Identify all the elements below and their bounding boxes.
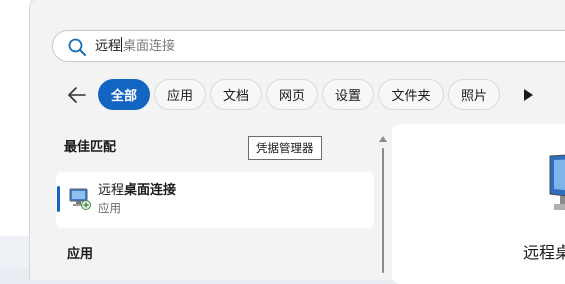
result-name-match: 桌面连接 xyxy=(124,183,177,198)
search-input[interactable]: 远程 桌面连接 xyxy=(95,37,175,56)
tab-all[interactable]: 全部 xyxy=(98,79,150,110)
tab-web[interactable]: 网页 xyxy=(266,79,318,110)
result-type: 应用 xyxy=(98,201,121,215)
preview-title: 远程桌 xyxy=(523,243,565,262)
back-arrow-icon[interactable] xyxy=(60,80,92,110)
preview-pane: 远程桌 xyxy=(392,124,565,284)
play-right-icon[interactable] xyxy=(518,85,538,105)
result-name-prefix: 远程 xyxy=(98,183,125,198)
best-match-result[interactable]: 远程桌面连接 应用 xyxy=(56,172,374,228)
scroll-thumb[interactable] xyxy=(382,148,384,273)
tab-photos[interactable]: 照片 xyxy=(448,79,500,110)
search-box[interactable]: 远程 桌面连接 xyxy=(52,30,565,62)
desktop-background-lower xyxy=(0,236,30,269)
tab-settings[interactable]: 设置 xyxy=(322,79,374,110)
search-suggestion-text: 桌面连接 xyxy=(123,39,176,54)
tooltip: 凭据管理器 xyxy=(248,136,322,160)
results-scrollbar[interactable] xyxy=(378,132,388,273)
remote-desktop-icon xyxy=(549,154,565,210)
tab-folders[interactable]: 文件夹 xyxy=(378,79,444,110)
remote-desktop-icon xyxy=(69,188,91,210)
tab-apps[interactable]: 应用 xyxy=(154,79,206,110)
selection-indicator xyxy=(57,186,60,212)
tab-documents[interactable]: 文档 xyxy=(210,79,262,110)
text-caret xyxy=(121,37,123,52)
desktop-background xyxy=(0,0,30,269)
result-name: 远程桌面连接 xyxy=(98,179,176,198)
search-icon xyxy=(68,38,86,56)
best-match-heading: 最佳匹配 xyxy=(64,140,117,155)
apps-heading: 应用 xyxy=(67,247,94,262)
scroll-up-arrow-icon[interactable] xyxy=(379,136,387,142)
search-typed-text: 远程 xyxy=(95,39,122,54)
